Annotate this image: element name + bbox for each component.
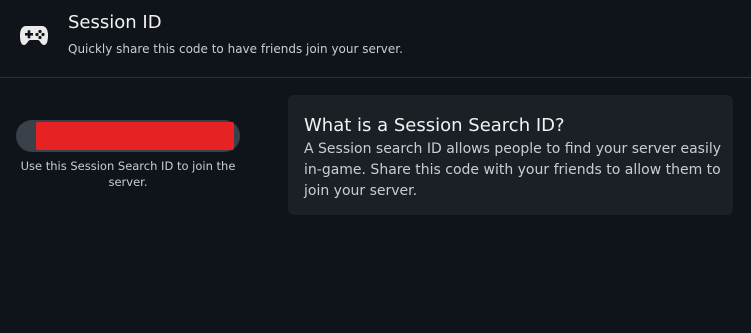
panel-header: Session ID Quickly share this code to ha…: [0, 0, 751, 78]
session-id-hint: Use this Session Search ID to join the s…: [20, 159, 236, 189]
gamepad-icon: [19, 24, 49, 46]
page-title: Session ID: [68, 12, 162, 33]
session-id-redaction: [36, 122, 234, 150]
info-body: A Session search ID allows people to fin…: [304, 141, 722, 199]
session-id-field[interactable]: [16, 120, 240, 152]
page-subtitle: Quickly share this code to have friends …: [68, 42, 403, 56]
info-card: What is a Session Search ID? A Session s…: [288, 95, 733, 215]
session-id-panel: Session ID Quickly share this code to ha…: [0, 0, 751, 333]
info-title: What is a Session Search ID?: [304, 115, 565, 136]
